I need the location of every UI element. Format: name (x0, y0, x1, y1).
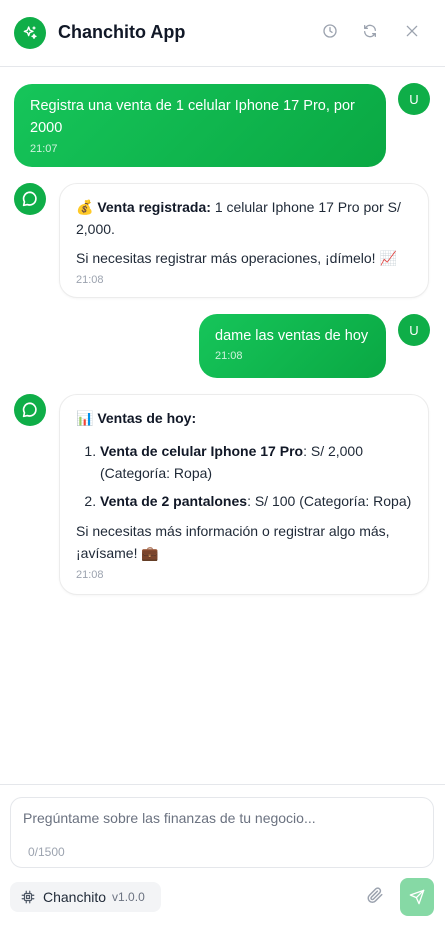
paperclip-icon (367, 887, 383, 904)
sparkles-icon (14, 17, 46, 49)
user-avatar: U (398, 314, 430, 346)
message-bold-text: Ventas de hoy: (97, 410, 197, 426)
chat-header: Chanchito App (0, 0, 445, 67)
list-item: Venta de celular Iphone 17 Pro: S/ 2,000… (100, 440, 412, 484)
history-icon (323, 24, 337, 38)
message-text-line2: Si necesitas registrar más operaciones, … (76, 250, 397, 266)
message-input[interactable] (23, 810, 423, 836)
user-message-bubble: dame las ventas de hoy 21:08 (199, 314, 386, 378)
moneybag-icon: 💰 (76, 199, 94, 215)
history-button[interactable] (321, 22, 339, 40)
brand-name: Chanchito (43, 889, 107, 905)
message-time: 21:08 (76, 569, 104, 581)
message-time: 21:08 (76, 274, 104, 286)
user-avatar: U (398, 83, 430, 115)
bot-message-bubble: 📊 Ventas de hoy: Venta de celular Iphone… (59, 394, 429, 595)
attach-button[interactable] (366, 885, 384, 905)
list-item-bold: Venta de 2 pantalones (100, 493, 248, 509)
message-text: Registra una venta de 1 celular Iphone 1… (30, 98, 355, 136)
message-text: 💰 Venta registrada: 1 celular Iphone 17 … (76, 196, 412, 240)
bot-message-bubble: 💰 Venta registrada: 1 celular Iphone 17 … (59, 183, 429, 298)
list-item-text: : S/ 100 (Categoría: Ropa) (247, 493, 412, 509)
brand-version: v1.0.0 (112, 890, 145, 904)
brand-badge: Chanchito v1.0.0 (10, 882, 161, 912)
close-icon (406, 25, 418, 37)
message-bold-text: Venta registrada: (97, 199, 211, 215)
bot-avatar (14, 394, 46, 426)
close-button[interactable] (403, 22, 421, 40)
send-icon (409, 889, 425, 905)
sales-list: Venta de celular Iphone 17 Pro: S/ 2,000… (76, 440, 412, 512)
bot-avatar (14, 183, 46, 215)
char-counter: 0/1500 (28, 845, 65, 859)
chip-icon (21, 890, 35, 904)
footer-divider (0, 784, 445, 785)
message-time: 21:07 (30, 143, 58, 155)
send-button[interactable] (400, 878, 434, 916)
message-composer: 0/1500 (10, 797, 434, 868)
chat-bubble-icon (22, 191, 37, 207)
list-item-bold: Venta de celular Iphone 17 Pro (100, 443, 304, 459)
refresh-button[interactable] (361, 22, 379, 40)
message-time: 21:08 (215, 350, 243, 362)
chart-icon: 📊 (76, 410, 94, 426)
message-text: dame las ventas de hoy (215, 328, 369, 344)
avatar-initial: U (409, 91, 419, 107)
avatar-initial: U (409, 322, 419, 338)
chat-bubble-icon (22, 402, 37, 418)
refresh-icon (364, 24, 376, 38)
message-heading: 📊 Ventas de hoy: (76, 407, 412, 429)
message-footer-text: Si necesitas más información o registrar… (76, 523, 390, 561)
user-message-bubble: Registra una venta de 1 celular Iphone 1… (14, 84, 386, 167)
app-title: Chanchito App (58, 22, 186, 42)
list-item: Venta de 2 pantalones: S/ 100 (Categoría… (100, 490, 412, 512)
